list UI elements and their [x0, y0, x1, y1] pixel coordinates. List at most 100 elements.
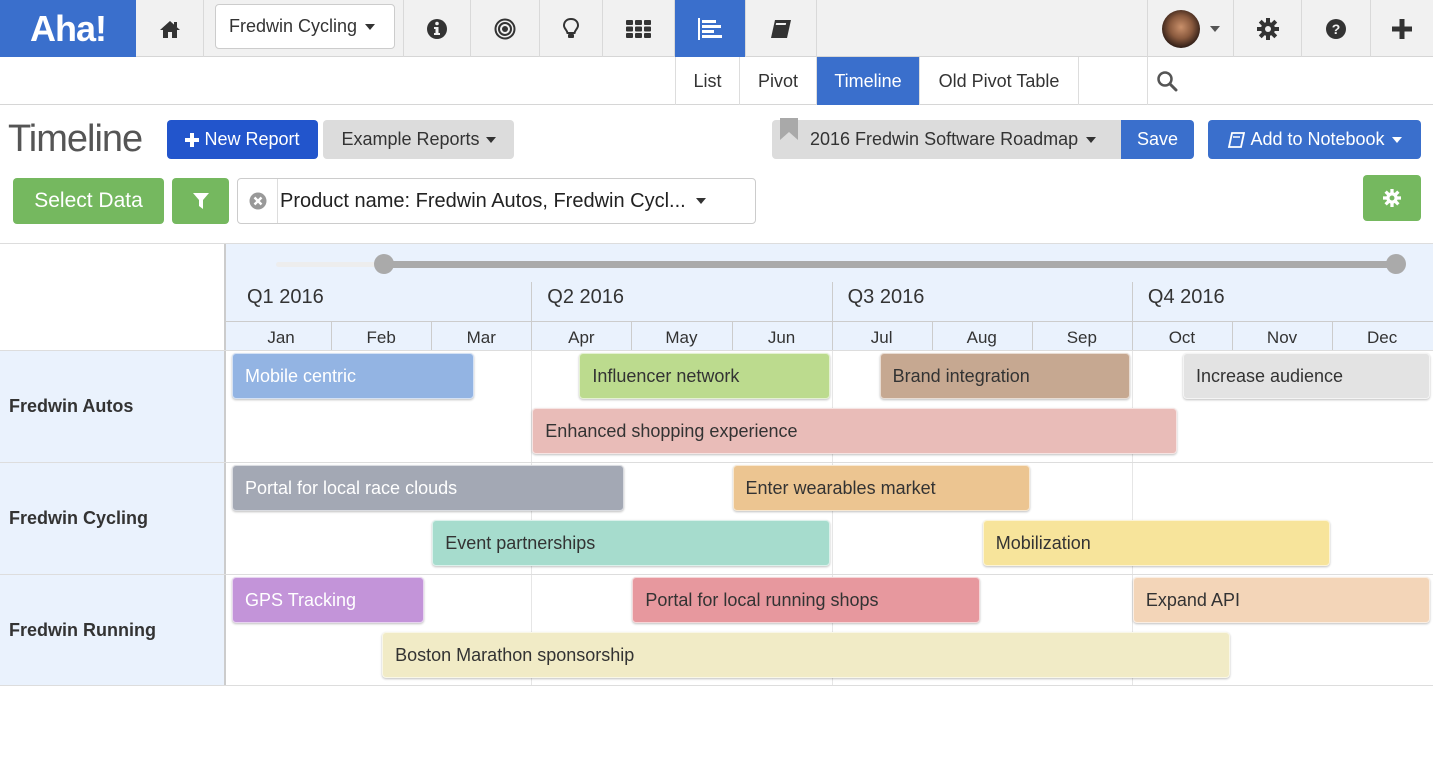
grid-icon	[625, 19, 651, 38]
month-label: Jun	[767, 328, 796, 347]
timeline-scale: Q1 2016 Q2 2016 Q3 2016 Q4 2016 Jan Feb Mar Apr…	[226, 244, 1433, 351]
saved-report-label: 2016 Fredwin Software Roadmap	[810, 129, 1079, 149]
roadmaps-icon	[698, 17, 722, 40]
bookmark-icon	[780, 118, 798, 140]
timeline-bar[interactable]: Event partnerships	[432, 520, 830, 566]
divider	[226, 321, 1433, 322]
plus-icon	[1392, 18, 1412, 39]
help-icon: ?	[1326, 18, 1346, 39]
timeline-bar[interactable]: Mobile centric	[232, 353, 475, 399]
bar-label: GPS Tracking	[245, 589, 357, 610]
timeline-bar[interactable]: Expand API	[1132, 577, 1431, 623]
tab-list[interactable]: List	[675, 57, 739, 105]
select-data-button[interactable]: Select Data	[13, 178, 164, 224]
quarter-label: Q3 2016	[847, 286, 925, 308]
timeline-bar[interactable]: Mobilization	[982, 520, 1331, 566]
timeline-bar[interactable]: Increase audience	[1182, 353, 1431, 399]
month-label: Nov	[1266, 328, 1298, 347]
timeline-row: Fredwin Autos Mobile centric Influencer ne…	[0, 350, 1433, 462]
timeline-bar[interactable]: Enhanced shopping experience	[532, 408, 1177, 454]
bar-label: Boston Marathon sponsorship	[395, 644, 635, 665]
new-report-label: New Report	[204, 129, 300, 149]
range-slider-start-handle[interactable]	[374, 254, 394, 274]
range-slider-track	[276, 262, 386, 267]
roadmaps-button[interactable]	[675, 0, 746, 57]
row-lanes: Mobile centric Influencer network Brand in…	[228, 351, 1433, 462]
example-reports-label: Example Reports	[341, 129, 480, 149]
search-input[interactable]	[1147, 57, 1433, 105]
goals-button[interactable]	[471, 0, 540, 57]
tab-timeline[interactable]: Timeline	[816, 57, 919, 105]
timeline-bar[interactable]: GPS Tracking	[232, 577, 425, 623]
filter-button[interactable]	[172, 178, 229, 224]
info-button[interactable]	[404, 0, 471, 57]
timeline-header-corner	[0, 244, 226, 351]
month-label: Oct	[1168, 328, 1196, 347]
month-label: Dec	[1367, 328, 1398, 347]
add-button[interactable]	[1371, 0, 1433, 57]
range-slider-end-handle[interactable]	[1386, 254, 1406, 274]
row-label: Fredwin Running	[0, 575, 226, 686]
ideas-button[interactable]	[540, 0, 603, 57]
range-slider-selected[interactable]	[384, 261, 1396, 268]
timeline-settings-button[interactable]	[1363, 175, 1421, 221]
row-label: Fredwin Cycling	[0, 463, 226, 574]
timeline-bar[interactable]: Portal for local running shops	[632, 577, 980, 623]
quarter-label: Q4 2016	[1147, 286, 1225, 308]
bar-label: Influencer network	[592, 365, 740, 386]
month-label: May	[665, 328, 698, 347]
notebook-icon	[1228, 131, 1246, 148]
gear-icon	[1383, 189, 1401, 207]
info-icon	[427, 18, 447, 39]
bar-label: Event partnerships	[445, 532, 596, 553]
save-button[interactable]: Save	[1121, 120, 1194, 159]
saved-report-dropdown[interactable]: 2016 Fredwin Software Roadmap	[772, 118, 1122, 159]
month-label: Feb	[366, 328, 396, 347]
month-label: Jan	[267, 328, 295, 347]
home-icon	[159, 20, 180, 38]
aha-logo[interactable]: Aha!	[0, 0, 136, 57]
home-button[interactable]	[136, 0, 204, 57]
add-to-notebook-button[interactable]: Add to Notebook	[1208, 120, 1421, 159]
svg-text:?: ?	[1332, 21, 1341, 37]
apps-button[interactable]	[603, 0, 675, 57]
quarter-label: Q1 2016	[247, 286, 324, 308]
timeline-bar[interactable]: Influencer network	[579, 353, 830, 399]
timeline-bar[interactable]: Brand integration	[879, 353, 1130, 399]
timeline-row: Fredwin Running GPS Tracking Portal for lo…	[0, 574, 1433, 686]
gear-icon	[1256, 17, 1279, 40]
tab-old-pivot-table[interactable]: Old Pivot Table	[919, 57, 1079, 105]
bar-label: Increase audience	[1195, 365, 1344, 386]
settings-button[interactable]	[1234, 0, 1302, 57]
avatar	[1161, 9, 1200, 48]
example-reports-dropdown[interactable]: Example Reports	[323, 120, 514, 159]
timeline-header: Q1 2016 Q2 2016 Q3 2016 Q4 2016 Jan Feb Mar Apr…	[0, 243, 1433, 351]
month-label: Apr	[568, 328, 595, 347]
product-selector[interactable]: Fredwin Cycling	[215, 4, 395, 49]
row-label: Fredwin Autos	[0, 351, 226, 462]
bar-label: Portal for local running shops	[645, 589, 879, 610]
bar-label: Expand API	[1145, 589, 1240, 610]
timeline-bar[interactable]: Boston Marathon sponsorship	[382, 632, 1230, 678]
close-circle-icon	[249, 192, 266, 210]
timeline-bar[interactable]: Enter wearables market	[732, 465, 1030, 511]
chevron-down-icon	[1391, 136, 1402, 143]
notebooks-button[interactable]	[746, 0, 817, 57]
user-menu[interactable]	[1147, 0, 1234, 57]
lightbulb-icon	[563, 17, 579, 38]
bar-label: Brand integration	[892, 365, 1030, 386]
product-filter-chip[interactable]: Product name: Fredwin Autos, Fredwin Cyc…	[237, 178, 756, 224]
row-lanes: Portal for local race clouds Enter wearab…	[228, 463, 1433, 574]
help-button[interactable]: ?	[1302, 0, 1371, 57]
remove-filter-button[interactable]	[238, 179, 278, 223]
timeline-bar[interactable]: Portal for local race clouds	[232, 465, 625, 511]
chevron-down-icon	[1086, 136, 1097, 143]
search-icon	[1157, 71, 1178, 92]
tab-pivot[interactable]: Pivot	[739, 57, 816, 105]
new-report-button[interactable]: New Report	[167, 120, 318, 159]
quarter-label: Q2 2016	[547, 286, 625, 308]
bar-label: Mobile centric	[245, 365, 357, 386]
product-selector-label: Fredwin Cycling	[229, 16, 358, 36]
bar-label: Enter wearables market	[745, 477, 936, 498]
report-tabs: List Pivot Timeline Old Pivot Table	[0, 57, 1433, 105]
